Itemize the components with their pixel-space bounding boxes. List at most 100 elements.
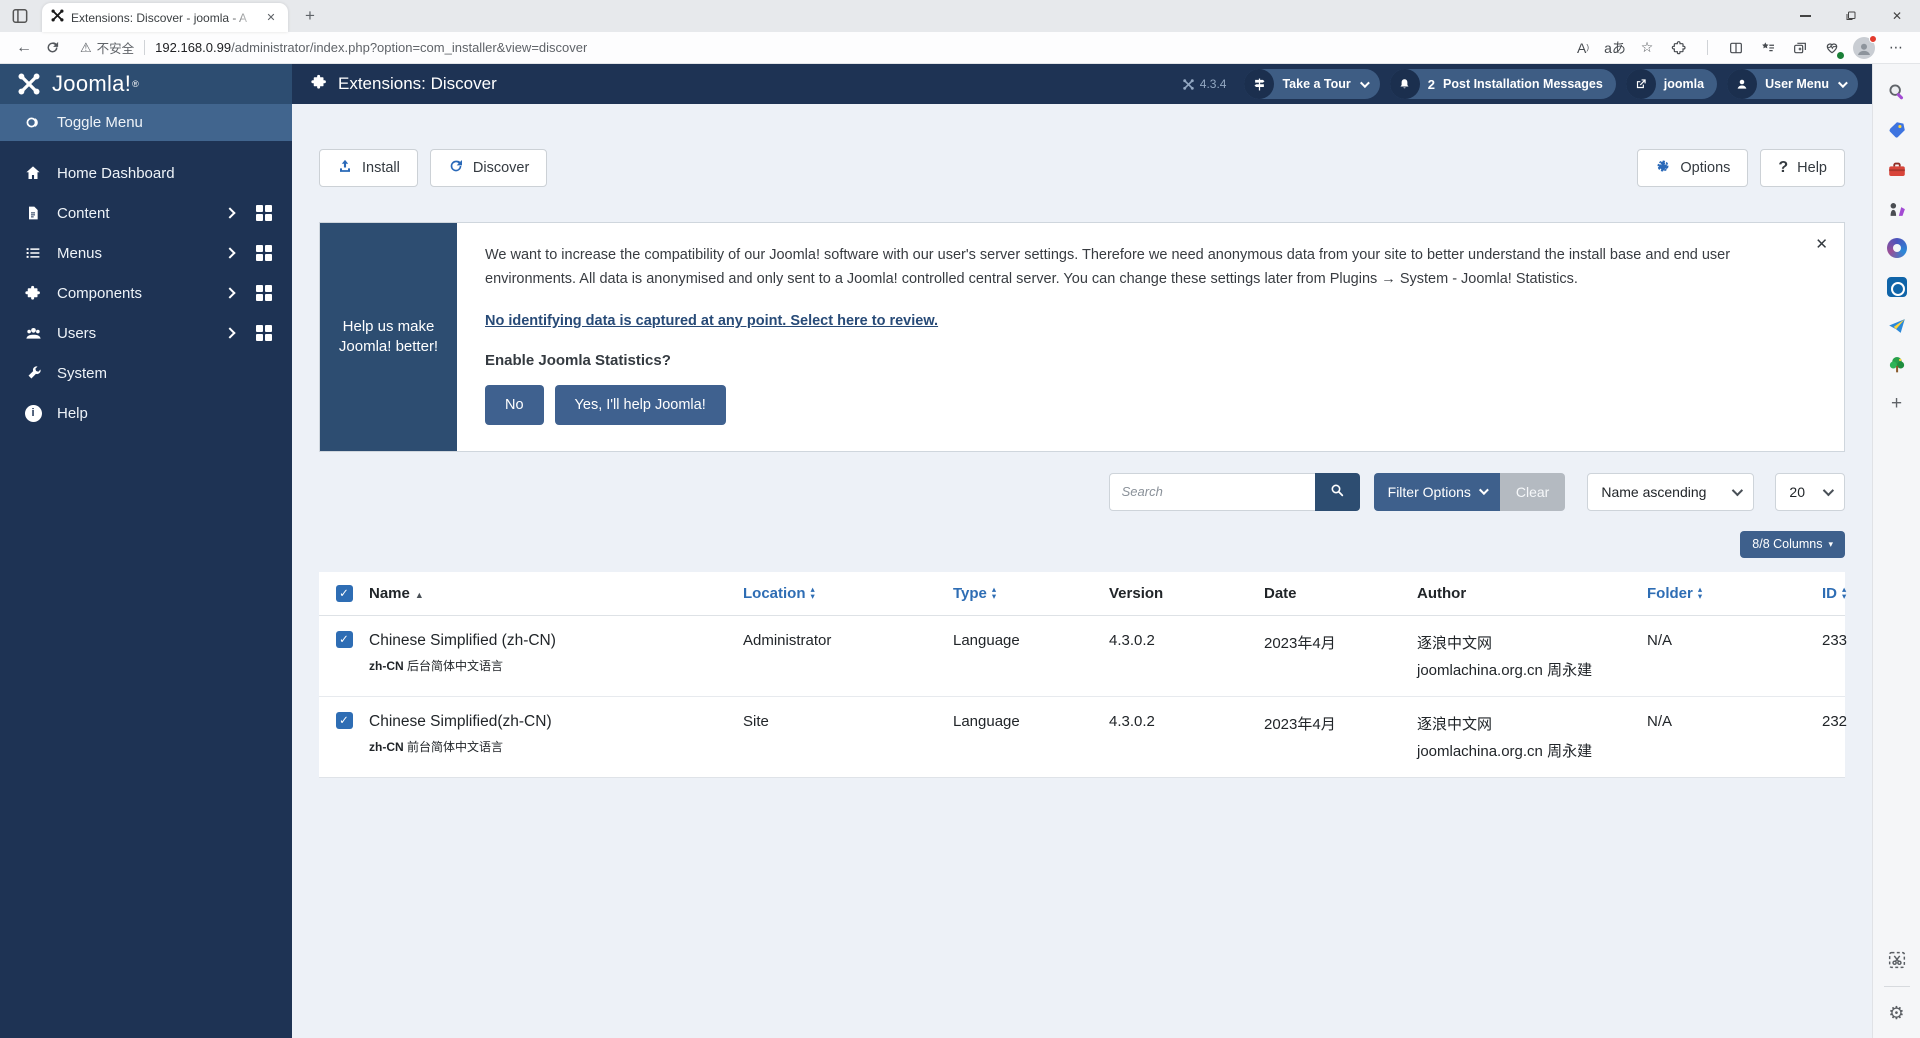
- sort-icon: ▴▾: [992, 586, 996, 600]
- puzzle-icon: [310, 73, 328, 96]
- post-installation-messages-button[interactable]: 2 Post Installation Messages: [1390, 69, 1616, 99]
- not-secure-warning-icon: ⚠: [80, 40, 92, 56]
- statistics-no-button[interactable]: No: [485, 385, 544, 425]
- clear-button[interactable]: Clear: [1500, 473, 1565, 511]
- cell-folder: N/A: [1647, 616, 1822, 665]
- user-menu-button[interactable]: User Menu: [1727, 69, 1858, 99]
- favorites-list-icon[interactable]: [1754, 35, 1782, 61]
- minimize-button[interactable]: [1782, 0, 1828, 32]
- translate-icon[interactable]: aあ: [1601, 35, 1629, 61]
- page-size-select[interactable]: 20: [1775, 473, 1845, 511]
- settings-gear-icon[interactable]: ⚙: [1884, 1000, 1910, 1026]
- wrench-icon: [22, 365, 44, 382]
- site-preview-button[interactable]: joomla: [1626, 69, 1717, 99]
- cell-version: 4.3.0.2: [1109, 697, 1264, 746]
- search-input[interactable]: [1109, 473, 1315, 511]
- column-header-folder[interactable]: Folder▴▾: [1647, 585, 1822, 602]
- discover-button[interactable]: Discover: [430, 149, 547, 187]
- joomla-version: 4.3.4: [1182, 77, 1227, 91]
- caret-down-icon: ▾: [1828, 539, 1833, 550]
- chevron-right-icon[interactable]: [224, 207, 235, 218]
- close-button[interactable]: ✕: [1874, 0, 1920, 32]
- back-icon[interactable]: ←: [10, 35, 38, 61]
- column-header-type[interactable]: Type▴▾: [953, 585, 1109, 602]
- column-header-id[interactable]: ID▴▾: [1822, 585, 1860, 602]
- chevron-right-icon[interactable]: [224, 247, 235, 258]
- sidebar-item-content[interactable]: Content: [0, 193, 292, 233]
- address-bar[interactable]: ⚠ 不安全 192.168.0.99/administrator/index.p…: [80, 38, 1569, 57]
- joomla-sidebar: Joomla!® Toggle Menu Home Dashboard Cont…: [0, 64, 292, 1038]
- filter-bar: Filter Options Clear Name ascending 20: [319, 473, 1845, 511]
- sidebar-item-help[interactable]: i Help: [0, 393, 292, 433]
- joomla-logo[interactable]: Joomla!®: [0, 64, 292, 104]
- tab-close-icon[interactable]: ✕: [262, 9, 280, 27]
- close-icon[interactable]: ✕: [1815, 235, 1828, 253]
- sort-icon: ▴▾: [1842, 586, 1846, 600]
- dashboard-grid-icon[interactable]: [256, 245, 272, 261]
- sidebar-item-components[interactable]: Components: [0, 273, 292, 313]
- dashboard-grid-icon[interactable]: [256, 325, 272, 341]
- row-checkbox[interactable]: ✓: [336, 712, 353, 729]
- add-icon[interactable]: +: [1884, 391, 1910, 417]
- collections-icon[interactable]: [1786, 35, 1814, 61]
- shopping-icon[interactable]: [1884, 118, 1910, 144]
- sidebar-item-menus[interactable]: Menus: [0, 233, 292, 273]
- search-button[interactable]: [1315, 473, 1360, 511]
- browser-menu-icon[interactable]: ⋯: [1882, 35, 1910, 61]
- statistics-message: We want to increase the compatibility of…: [485, 244, 1798, 292]
- column-header-name[interactable]: Name▲: [369, 585, 743, 602]
- tree-icon[interactable]: [1884, 352, 1910, 378]
- outlook-icon[interactable]: [1884, 274, 1910, 300]
- help-button[interactable]: ? Help: [1760, 149, 1845, 187]
- document-icon: [22, 205, 44, 221]
- restore-button[interactable]: [1828, 0, 1874, 32]
- columns-toggle-button[interactable]: 8/8 Columns ▾: [1740, 531, 1845, 558]
- browser-tab[interactable]: Extensions: Discover - joomla - A ✕: [42, 3, 288, 32]
- toggle-icon: [22, 113, 44, 132]
- sidebar-item-toggle-menu[interactable]: Toggle Menu: [0, 104, 292, 141]
- browser-essentials-icon[interactable]: [1818, 35, 1846, 61]
- row-checkbox[interactable]: ✓: [336, 631, 353, 648]
- page-content: Install Discover Options ?: [292, 104, 1872, 1038]
- split-screen-icon[interactable]: [1722, 35, 1750, 61]
- sort-icon: ▴▾: [1698, 586, 1702, 600]
- games-icon[interactable]: [1884, 196, 1910, 222]
- dashboard-grid-icon[interactable]: [256, 285, 272, 301]
- page-title: Extensions: Discover: [338, 74, 497, 94]
- dashboard-grid-icon[interactable]: [256, 205, 272, 221]
- puzzle-icon: [22, 284, 44, 302]
- tab-layout-icon[interactable]: [10, 6, 30, 26]
- search-icon[interactable]: [1884, 79, 1910, 105]
- install-button[interactable]: Install: [319, 149, 418, 187]
- screenshot-icon[interactable]: [1884, 947, 1910, 973]
- chevron-down-icon: [1823, 485, 1834, 496]
- sidebar-item-home-dashboard[interactable]: Home Dashboard: [0, 153, 292, 193]
- search-icon: [1329, 482, 1345, 501]
- sort-select[interactable]: Name ascending: [1587, 473, 1754, 511]
- upload-icon: [337, 158, 353, 178]
- options-button[interactable]: Options: [1637, 149, 1748, 187]
- security-label[interactable]: 不安全: [97, 38, 135, 57]
- column-header-location[interactable]: Location▴▾: [743, 585, 953, 602]
- new-tab-button[interactable]: +: [298, 4, 322, 28]
- sidebar-item-system[interactable]: System: [0, 353, 292, 393]
- filter-options-button[interactable]: Filter Options: [1374, 473, 1500, 511]
- statistics-yes-button[interactable]: Yes, I'll help Joomla!: [555, 385, 726, 425]
- favorite-star-icon[interactable]: ☆: [1633, 35, 1661, 61]
- chevron-right-icon[interactable]: [224, 287, 235, 298]
- table-row: ✓ Chinese Simplified (zh-CN) zh-CN 后台简体中…: [319, 616, 1845, 697]
- cell-date: 2023年4月: [1264, 616, 1417, 669]
- profile-avatar[interactable]: [1850, 35, 1878, 61]
- drop-icon[interactable]: [1884, 313, 1910, 339]
- select-all-checkbox[interactable]: ✓: [336, 585, 353, 602]
- url-text[interactable]: 192.168.0.99/administrator/index.php?opt…: [155, 40, 587, 55]
- microsoft-365-icon[interactable]: [1884, 235, 1910, 261]
- extensions-icon[interactable]: [1665, 35, 1693, 61]
- take-a-tour-button[interactable]: Take a Tour: [1244, 69, 1379, 99]
- read-aloud-icon[interactable]: A): [1569, 35, 1597, 61]
- chevron-right-icon[interactable]: [224, 327, 235, 338]
- statistics-review-link[interactable]: No identifying data is captured at any p…: [485, 313, 938, 329]
- sidebar-item-users[interactable]: Users: [0, 313, 292, 353]
- refresh-icon[interactable]: [38, 35, 66, 61]
- toolbox-icon[interactable]: [1884, 157, 1910, 183]
